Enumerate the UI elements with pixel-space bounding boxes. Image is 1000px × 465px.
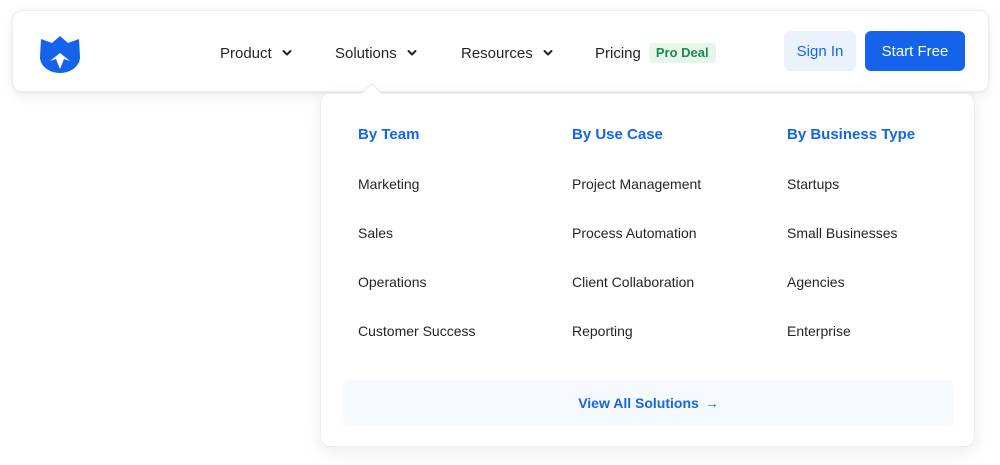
arrow-right-icon: → xyxy=(704,395,719,411)
logo-icon[interactable] xyxy=(38,30,82,74)
column-by-team: By Team Marketing Sales Operations Custo… xyxy=(358,125,475,341)
view-all-solutions-link[interactable]: View All Solutions → xyxy=(343,380,954,426)
menu-link-customer-success[interactable]: Customer Success xyxy=(358,321,475,341)
pro-deal-badge: Pro Deal xyxy=(648,43,716,63)
chevron-down-icon xyxy=(543,50,553,56)
start-free-button[interactable]: Start Free xyxy=(865,31,965,71)
nav-item-label: Resources xyxy=(461,44,533,62)
chevron-down-icon xyxy=(407,50,417,56)
nav-item-label: Product xyxy=(220,44,272,62)
column-by-business-type: By Business Type Startups Small Business… xyxy=(787,125,915,341)
chevron-down-icon xyxy=(282,50,292,56)
top-navbar: Product Solutions Resources Pricing Pro … xyxy=(12,10,989,92)
menu-link-agencies[interactable]: Agencies xyxy=(787,272,915,292)
menu-link-marketing[interactable]: Marketing xyxy=(358,174,475,194)
menu-link-client-collaboration[interactable]: Client Collaboration xyxy=(572,272,701,292)
column-heading: By Business Type xyxy=(787,126,916,143)
menu-link-small-businesses[interactable]: Small Businesses xyxy=(787,223,915,243)
menu-link-reporting[interactable]: Reporting xyxy=(572,321,701,341)
column-by-use-case: By Use Case Project Management Process A… xyxy=(572,125,701,341)
menu-link-operations[interactable]: Operations xyxy=(358,272,475,292)
view-all-label: View All Solutions xyxy=(578,395,699,411)
nav-item-label: Solutions xyxy=(335,44,397,62)
nav-item-solutions[interactable]: Solutions xyxy=(335,42,418,64)
nav-item-pricing[interactable]: Pricing Pro Deal xyxy=(595,42,716,64)
menu-link-sales[interactable]: Sales xyxy=(358,223,475,243)
column-heading: By Team xyxy=(358,126,420,143)
solutions-dropdown: By Team Marketing Sales Operations Custo… xyxy=(320,93,975,447)
menu-link-project-management[interactable]: Project Management xyxy=(572,174,701,194)
column-heading: By Use Case xyxy=(572,126,663,143)
menu-link-startups[interactable]: Startups xyxy=(787,174,915,194)
nav-item-product[interactable]: Product xyxy=(220,42,293,64)
menu-link-process-automation[interactable]: Process Automation xyxy=(572,223,701,243)
nav-item-resources[interactable]: Resources xyxy=(461,42,554,64)
nav-item-label: Pricing xyxy=(595,44,641,62)
sign-in-button[interactable]: Sign In xyxy=(784,31,856,71)
menu-link-enterprise[interactable]: Enterprise xyxy=(787,321,915,341)
